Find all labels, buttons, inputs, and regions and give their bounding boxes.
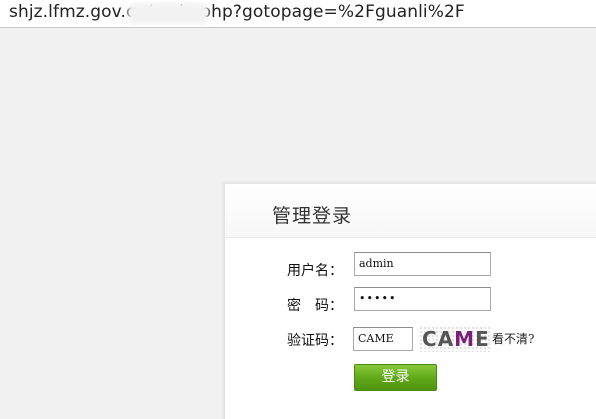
- browser-address-bar[interactable]: shjz.lfmz.gov.cn/ ogin.php?gotopage=%2Fg…: [0, 0, 596, 28]
- login-panel-header: 管理登录: [225, 184, 596, 238]
- captcha-label: 验证码：: [287, 333, 343, 349]
- username-input[interactable]: admin: [354, 252, 491, 276]
- captcha-char-1: C: [422, 327, 438, 351]
- captcha-char-2: A: [437, 327, 455, 351]
- captcha-input[interactable]: CAME: [353, 327, 413, 351]
- password-input[interactable]: •••••: [354, 287, 491, 311]
- redacted-url-segment: [128, 3, 208, 24]
- username-label: 用户名：: [287, 263, 343, 279]
- captcha-refresh-link[interactable]: 看不清?: [492, 330, 534, 347]
- login-panel: 管理登录 用户名： admin 密 码： ••••• 验证码： CAME CAM…: [224, 183, 596, 419]
- captcha-char-3: M: [454, 327, 476, 351]
- page-title: 管理登录: [272, 205, 353, 227]
- password-label: 密 码：: [287, 298, 343, 314]
- captcha-image[interactable]: CAME: [419, 326, 491, 352]
- captcha-char-4: E: [475, 327, 490, 351]
- address-url[interactable]: shjz.lfmz.gov.cn/ ogin.php?gotopage=%2Fg…: [9, 2, 465, 22]
- captcha-image-text: CAME: [422, 327, 490, 351]
- login-button[interactable]: 登录: [354, 364, 437, 391]
